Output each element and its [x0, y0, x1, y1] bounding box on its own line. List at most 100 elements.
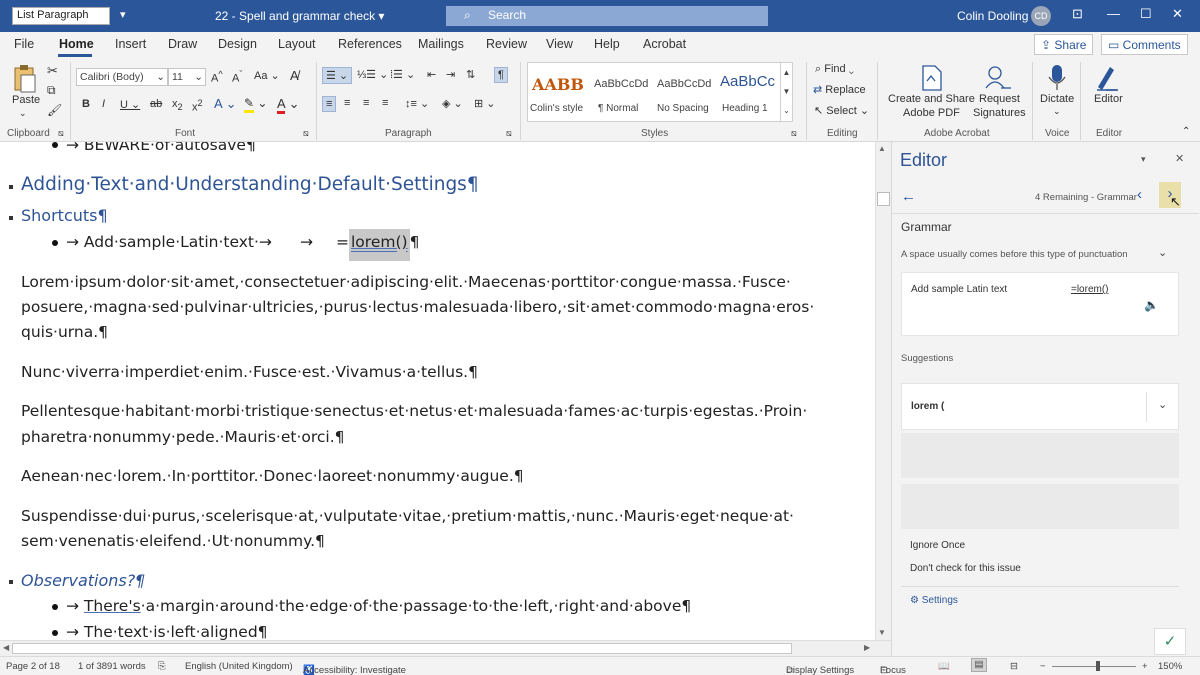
highlight-icon[interactable]: ✎ ⌄: [244, 96, 267, 113]
paragraph-launcher-icon[interactable]: ⧅: [506, 128, 512, 139]
hscroll-thumb[interactable]: [12, 643, 792, 654]
subscript-icon[interactable]: x2: [172, 98, 183, 112]
replace-button[interactable]: ⇄ Replace: [813, 83, 866, 96]
checkmark-icon[interactable]: ✓: [1154, 628, 1186, 655]
change-case-icon[interactable]: Aa ⌄: [254, 69, 280, 82]
font-name-combo[interactable]: Calibri (Body) ⌄: [76, 68, 168, 86]
maximize-icon[interactable]: ☐: [1140, 6, 1152, 22]
strikethrough-icon[interactable]: ab: [150, 98, 162, 110]
tab-draw[interactable]: Draw: [168, 37, 197, 51]
scroll-thumb[interactable]: [877, 192, 890, 206]
close-icon[interactable]: ✕: [1172, 6, 1183, 22]
font-launcher-icon[interactable]: ⧅: [303, 128, 309, 139]
increase-indent-icon[interactable]: ⇥: [446, 68, 455, 81]
horizontal-scrollbar[interactable]: ◀ ▶: [0, 640, 891, 656]
multilevel-list-icon[interactable]: ⁞☰ ⌄: [390, 68, 415, 81]
styles-scroll[interactable]: ▲ ▼ ⌄: [780, 63, 792, 121]
minimize-icon[interactable]: —: [1107, 6, 1120, 21]
tab-home[interactable]: Home: [59, 37, 94, 51]
tab-references[interactable]: References: [338, 37, 402, 51]
print-layout-icon[interactable]: ▤: [971, 658, 987, 672]
flagged-word-theres[interactable]: There's: [84, 597, 141, 615]
paste-button[interactable]: Paste: [12, 94, 40, 106]
editor-button[interactable]: Editor: [1094, 93, 1123, 105]
request-signatures-button[interactable]: Request: [979, 93, 1020, 105]
ribbon-display-icon[interactable]: ⊡: [1072, 6, 1083, 22]
search-box[interactable]: ⌕ Search: [446, 6, 768, 26]
justify-icon[interactable]: ≡: [382, 97, 388, 109]
language-status[interactable]: English (United Kingdom): [185, 661, 293, 672]
document-title[interactable]: 22 - Spell and grammar check ▾: [215, 9, 384, 23]
paste-dropdown-icon[interactable]: ⌄: [19, 108, 27, 119]
share-button[interactable]: ⇪ Share: [1034, 34, 1094, 55]
zoom-in-icon[interactable]: +: [1142, 661, 1148, 672]
numbering-icon[interactable]: ⅓☰ ⌄: [357, 68, 388, 81]
close-pane-icon[interactable]: ✕: [1175, 152, 1184, 165]
select-button[interactable]: ↖ Select ⌄: [814, 104, 869, 117]
style-preview-no-spacing[interactable]: AaBbCcDd: [657, 78, 711, 90]
shrink-font-icon[interactable]: Aˇ: [232, 69, 242, 85]
superscript-icon[interactable]: x2: [192, 98, 203, 114]
tab-review[interactable]: Review: [486, 37, 527, 51]
zoom-slider-thumb[interactable]: [1096, 661, 1100, 671]
cut-icon[interactable]: ✂: [47, 63, 58, 79]
expand-explanation-icon[interactable]: ⌄: [1158, 246, 1167, 259]
flagged-word-lorem[interactable]: lorem(): [349, 229, 410, 261]
web-layout-icon[interactable]: ⊟: [1010, 661, 1018, 672]
customize-toolbar-icon[interactable]: ▾: [120, 8, 126, 21]
scroll-right-icon[interactable]: ▶: [864, 643, 870, 652]
align-left-icon[interactable]: ≡: [322, 96, 337, 112]
scroll-up-icon[interactable]: ▲: [878, 144, 886, 153]
bullets-icon[interactable]: ☰ ⌄: [322, 67, 353, 84]
microphone-icon[interactable]: [1044, 63, 1070, 91]
vertical-scrollbar[interactable]: ▲ ▼: [875, 142, 891, 640]
format-painter-icon[interactable]: 🖌: [47, 103, 62, 117]
paste-icon[interactable]: [12, 64, 38, 93]
font-color-icon[interactable]: A ⌄: [277, 96, 299, 114]
bold-icon[interactable]: B: [82, 98, 90, 110]
dictate-dropdown-icon[interactable]: ⌄: [1053, 106, 1061, 117]
show-formatting-icon[interactable]: ¶: [494, 67, 508, 83]
zoom-slider-track[interactable]: [1052, 666, 1136, 667]
user-name[interactable]: Colin Dooling: [957, 9, 1028, 23]
align-center-icon[interactable]: ≡: [344, 97, 350, 109]
italic-icon[interactable]: I: [102, 98, 105, 110]
tab-help[interactable]: Help: [594, 37, 620, 51]
tab-acrobat[interactable]: Acrobat: [643, 37, 686, 51]
read-mode-icon[interactable]: 📖: [938, 661, 950, 672]
zoom-level[interactable]: 150%: [1158, 661, 1182, 672]
suggestion-card[interactable]: lorem ( ⌄: [901, 383, 1179, 430]
tab-layout[interactable]: Layout: [278, 37, 316, 51]
comments-button[interactable]: ▭ Comments: [1101, 34, 1188, 55]
shading-icon[interactable]: ◈ ⌄: [442, 97, 463, 110]
request-signatures-icon[interactable]: [983, 64, 1011, 92]
tab-file[interactable]: File: [14, 37, 34, 51]
back-arrow-icon[interactable]: ←: [901, 188, 916, 205]
decrease-indent-icon[interactable]: ⇤: [427, 68, 436, 81]
tab-insert[interactable]: Insert: [115, 37, 146, 51]
underline-icon[interactable]: U ⌄: [120, 98, 140, 111]
scroll-left-icon[interactable]: ◀: [3, 643, 9, 652]
word-count[interactable]: 1 of 3891 words: [78, 661, 146, 672]
document-canvas[interactable]: → BEWARE·of·autosave¶ Adding·Text·and·Un…: [0, 142, 875, 640]
ignore-once-button[interactable]: Ignore Once: [910, 540, 965, 551]
scroll-down-icon[interactable]: ▼: [878, 628, 886, 637]
style-preview-colins[interactable]: AABB: [532, 75, 584, 94]
suggestion-dropdown-icon[interactable]: ⌄: [1158, 398, 1167, 411]
settings-button[interactable]: ⚙ Settings: [910, 595, 958, 606]
align-right-icon[interactable]: ≡: [363, 97, 369, 109]
pane-options-icon[interactable]: ▾: [1141, 154, 1146, 165]
copy-icon[interactable]: ⧉: [47, 83, 56, 98]
tab-view[interactable]: View: [546, 37, 573, 51]
text-effects-icon[interactable]: A ⌄: [214, 96, 236, 112]
proofing-icon[interactable]: ⎘: [158, 661, 166, 672]
grow-font-icon[interactable]: A^: [211, 69, 223, 85]
tab-design[interactable]: Design: [218, 37, 257, 51]
create-share-button[interactable]: Create and Share: [888, 93, 975, 105]
font-size-combo[interactable]: 11 ⌄: [168, 68, 206, 86]
page-count[interactable]: Page 2 of 18: [6, 661, 60, 672]
zoom-out-icon[interactable]: −: [1040, 661, 1046, 672]
clipboard-launcher-icon[interactable]: ⧅: [58, 128, 64, 139]
previous-issue-icon[interactable]: ‹: [1137, 186, 1142, 203]
styles-gallery[interactable]: AABB Colin's style AaBbCcDd ¶ Normal AaB…: [527, 62, 793, 122]
